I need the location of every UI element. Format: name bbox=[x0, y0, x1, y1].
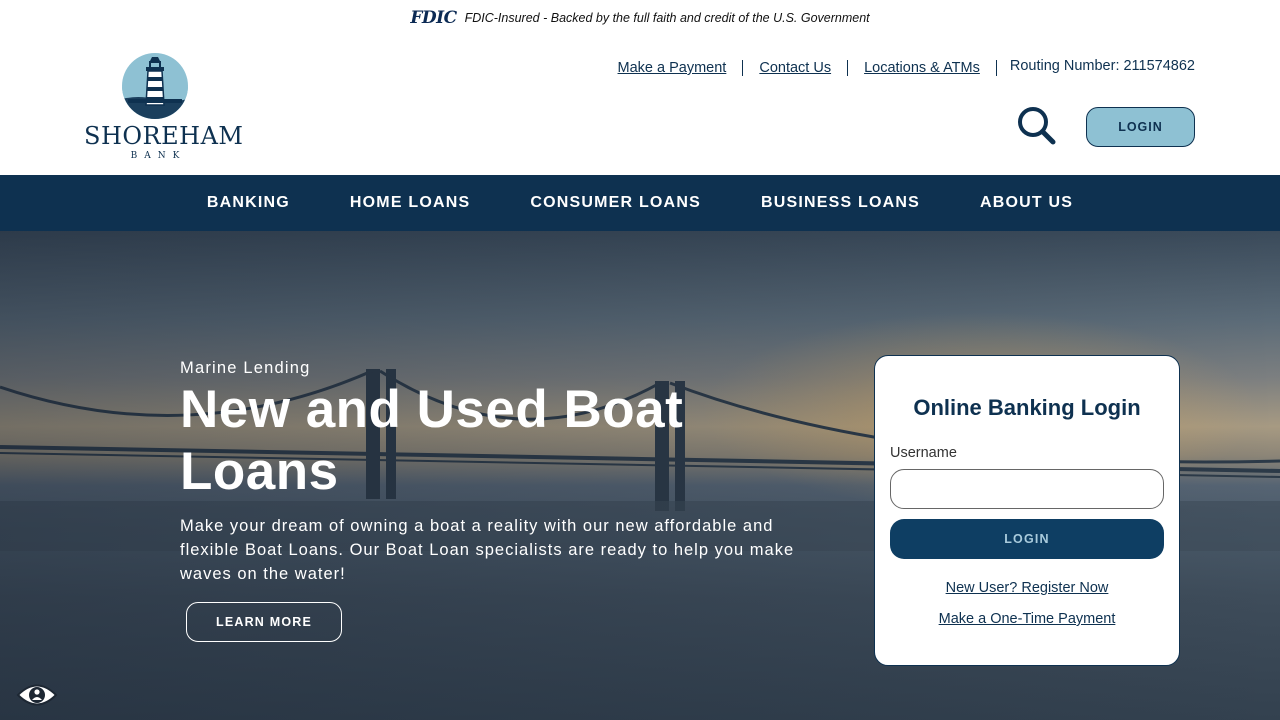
search-icon bbox=[1018, 107, 1056, 145]
nav-home-loans[interactable]: HOME LOANS bbox=[320, 194, 500, 212]
login-card-title: Online Banking Login bbox=[913, 395, 1141, 420]
hero-banner: Marine Lending New and Used Boat Loans M… bbox=[0, 231, 1280, 720]
hero-title: New and Used Boat Loans bbox=[180, 380, 684, 501]
logo-subtitle: BANK bbox=[130, 151, 187, 161]
hero-kicker: Marine Lending bbox=[180, 359, 311, 377]
search-button[interactable] bbox=[1016, 105, 1058, 147]
site-header: SHOREHAM BANK Make a Payment Contact Us … bbox=[0, 36, 1280, 175]
username-input[interactable] bbox=[890, 469, 1164, 509]
nav-banking[interactable]: BANKING bbox=[177, 194, 320, 212]
fdic-text: FDIC-Insured - Backed by the full faith … bbox=[464, 11, 870, 25]
locations-atms-link[interactable]: Locations & ATMs bbox=[848, 60, 996, 76]
bank-logo[interactable]: SHOREHAM BANK bbox=[84, 52, 244, 162]
contact-us-link[interactable]: Contact Us bbox=[743, 60, 847, 76]
nav-business-loans[interactable]: BUSINESS LOANS bbox=[731, 194, 950, 212]
fdic-logo: FDIC bbox=[410, 8, 457, 28]
login-submit-button[interactable]: LOGIN bbox=[890, 519, 1164, 559]
logo-name: SHOREHAM bbox=[84, 122, 244, 150]
online-banking-login-card: Online Banking Login Username LOGIN New … bbox=[874, 355, 1180, 666]
fdic-banner: FDIC FDIC-Insured - Backed by the full f… bbox=[0, 0, 1280, 36]
one-time-payment-link[interactable]: Make a One-Time Payment bbox=[875, 611, 1179, 627]
username-label: Username bbox=[890, 445, 957, 461]
nav-consumer-loans[interactable]: CONSUMER LOANS bbox=[500, 194, 731, 212]
eye-icon bbox=[16, 684, 58, 706]
header-login-button[interactable]: LOGIN bbox=[1086, 107, 1195, 147]
main-nav: BANKING HOME LOANS CONSUMER LOANS BUSINE… bbox=[0, 175, 1280, 231]
routing-number: Routing Number: 211574862 bbox=[1009, 58, 1195, 74]
nav-about-us[interactable]: ABOUT US bbox=[950, 194, 1103, 212]
learn-more-button[interactable]: LEARN MORE bbox=[186, 602, 342, 642]
lighthouse-icon bbox=[122, 53, 188, 119]
make-payment-link[interactable]: Make a Payment bbox=[602, 60, 743, 76]
hero-description: Make your dream of owning a boat a reali… bbox=[180, 517, 795, 583]
utility-links: Make a Payment Contact Us Locations & AT… bbox=[602, 58, 1195, 76]
register-link[interactable]: New User? Register Now bbox=[875, 580, 1179, 596]
accessibility-button[interactable] bbox=[16, 680, 58, 710]
